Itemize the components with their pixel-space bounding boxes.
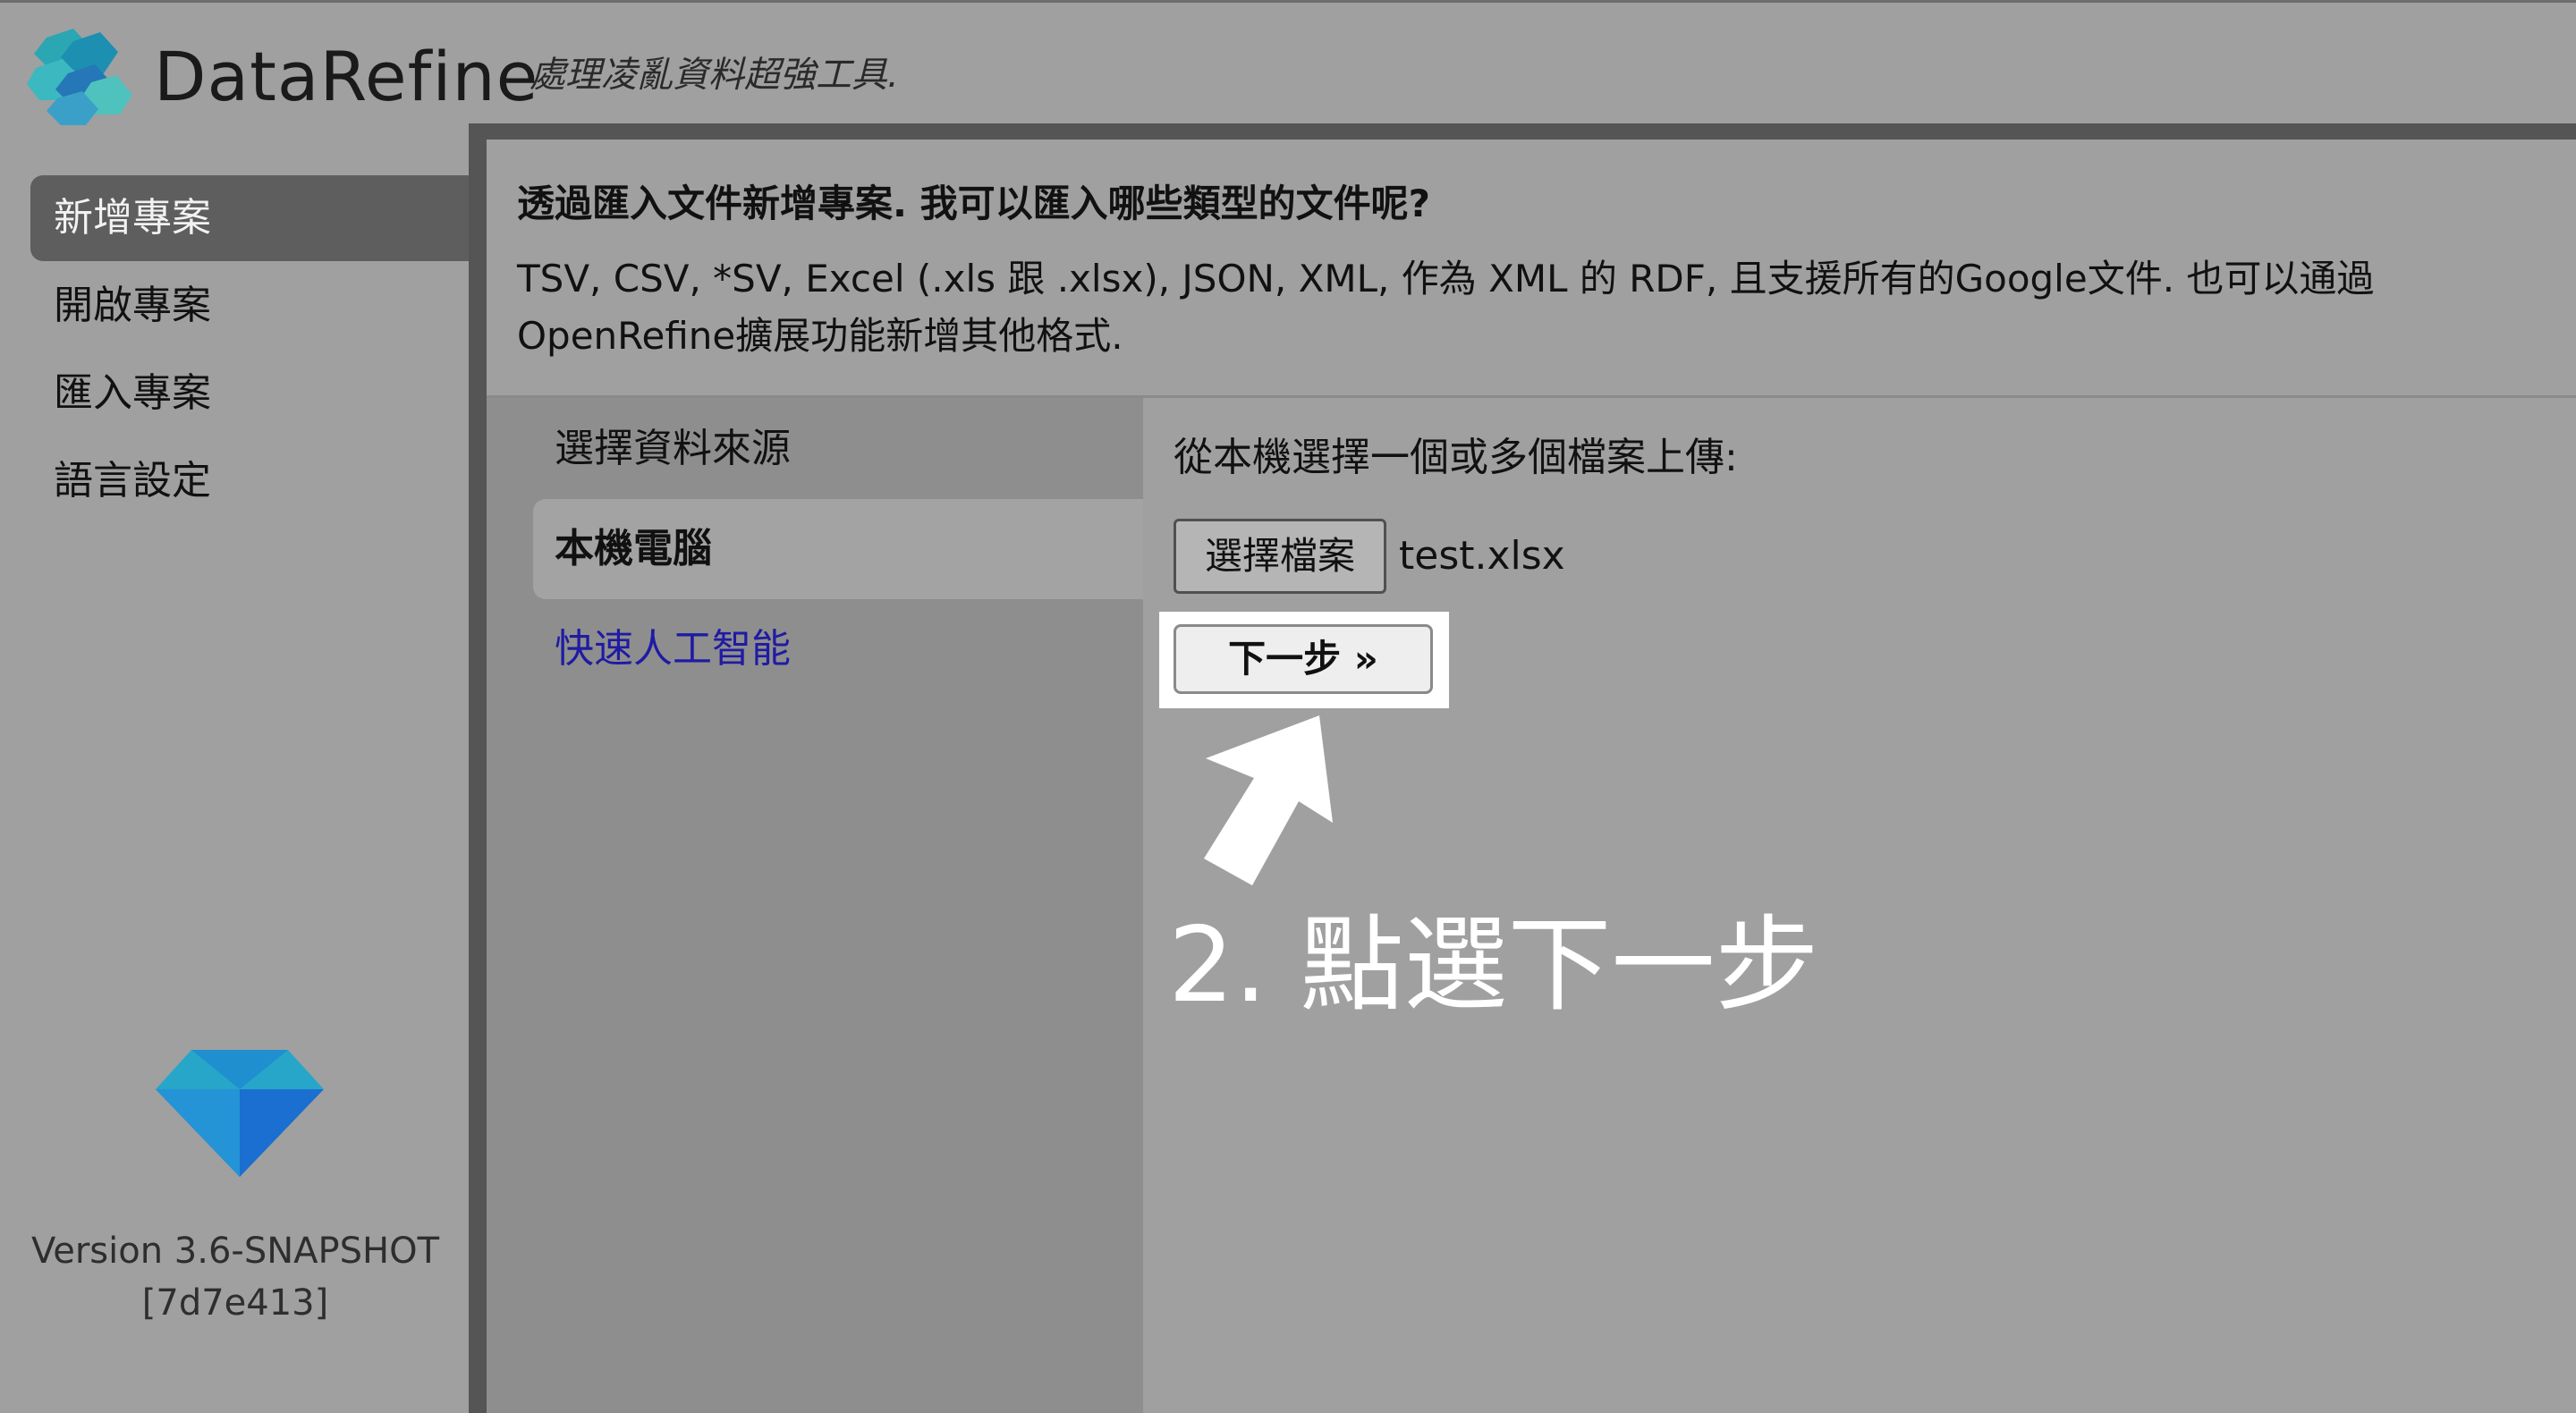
datarefine-logo-icon <box>27 29 132 125</box>
build-hash: [7d7e413] <box>141 1282 329 1324</box>
nav-item-create-project[interactable]: 新增專案 <box>30 175 478 261</box>
tutorial-annotation: 2. 點選下一步 <box>1168 905 1819 1026</box>
version-info: Version 3.6-SNAPSHOT [7d7e413] <box>0 1225 470 1329</box>
import-intro-body: TSV, CSV, *SV, Excel (.xls 跟 .xlsx), JSO… <box>517 257 2375 358</box>
selected-file-name: test.xlsx <box>1399 533 1565 579</box>
upload-instructions: 從本機選擇一個或多個檔案上傳: <box>1174 435 1738 480</box>
data-source-heading: 選擇資料來源 <box>555 426 791 471</box>
choose-file-button[interactable]: 選擇檔案 <box>1174 519 1386 594</box>
import-intro-title: 透過匯入文件新增專案. 我可以匯入哪些類型的文件呢? <box>517 182 1430 225</box>
source-item-this-computer[interactable]: 本機電腦 <box>533 499 1143 599</box>
diamond-logo-icon <box>156 1050 324 1177</box>
pointer-arrow-icon <box>1204 715 1333 885</box>
nav-item-import-project[interactable]: 匯入專案 <box>30 351 469 436</box>
app-name: DataRefine <box>154 37 539 116</box>
app-tagline: 處理凌亂資料超強工具. <box>530 55 899 96</box>
source-item-fast-ai[interactable]: 快速人工智能 <box>533 599 1143 699</box>
nav-item-language-settings[interactable]: 語言設定 <box>30 438 469 524</box>
top-border <box>0 0 2576 3</box>
next-step-button[interactable]: 下一步 » <box>1174 624 1433 694</box>
nav-item-open-project[interactable]: 開啟專案 <box>30 263 469 349</box>
version-label: Version 3.6-SNAPSHOT <box>30 1231 440 1272</box>
